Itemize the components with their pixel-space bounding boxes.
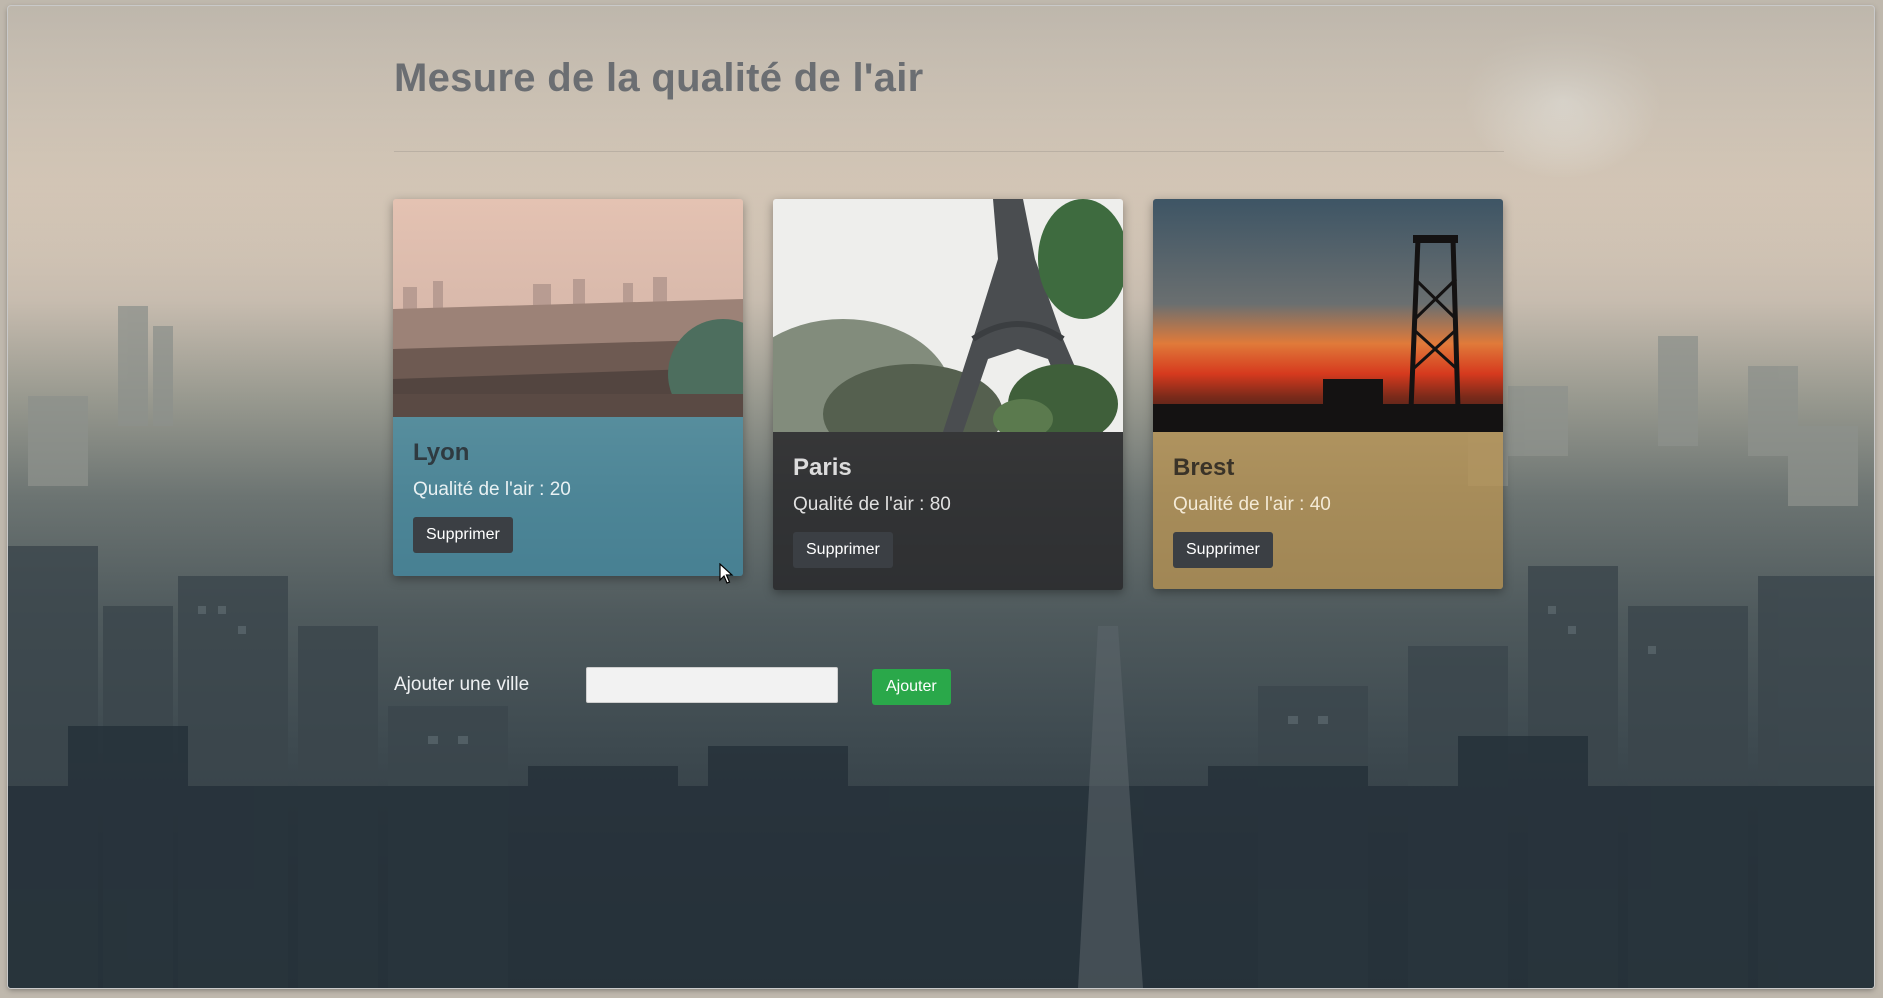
- air-quality-value: Qualité de l'air : 20: [413, 479, 571, 500]
- delete-button-brest[interactable]: Supprimer: [1173, 532, 1273, 568]
- city-name: Lyon: [413, 439, 470, 466]
- lyon-photo: [393, 199, 743, 417]
- air-quality-value: Qualité de l'air : 80: [793, 494, 951, 515]
- city-name-input[interactable]: [586, 667, 838, 703]
- brest-card-body: Brest Qualité de l'air : 40 Supprimer: [1153, 432, 1503, 589]
- city-name: Paris: [793, 454, 852, 481]
- air-quality-value: Qualité de l'air : 40: [1173, 494, 1331, 515]
- mouse-cursor-icon: [719, 563, 734, 584]
- browser-viewport: Mesure de la qualité de l'air Lyon Quali…: [8, 6, 1874, 988]
- paris-card-body: Paris Qualité de l'air : 80 Supprimer: [773, 432, 1123, 590]
- lyon-card-body: Lyon Qualité de l'air : 20 Supprimer: [393, 417, 743, 576]
- main-container: Mesure de la qualité de l'air Lyon Quali…: [386, 6, 1504, 988]
- delete-button-lyon[interactable]: Supprimer: [413, 517, 513, 553]
- city-name: Brest: [1173, 454, 1235, 481]
- brest-photo: [1153, 199, 1503, 432]
- title-divider: [394, 151, 1504, 152]
- page-title: Mesure de la qualité de l'air: [394, 56, 924, 100]
- paris-photo: [773, 199, 1123, 432]
- add-city-form: Ajouter une ville Ajouter: [394, 666, 1094, 706]
- city-card-paris: Paris Qualité de l'air : 80 Supprimer: [773, 199, 1123, 590]
- delete-button-paris[interactable]: Supprimer: [793, 532, 893, 568]
- city-card-brest: Brest Qualité de l'air : 40 Supprimer: [1153, 199, 1503, 589]
- add-city-button[interactable]: Ajouter: [872, 669, 951, 705]
- add-city-label: Ajouter une ville: [394, 674, 530, 695]
- city-card-lyon: Lyon Qualité de l'air : 20 Supprimer: [393, 199, 743, 576]
